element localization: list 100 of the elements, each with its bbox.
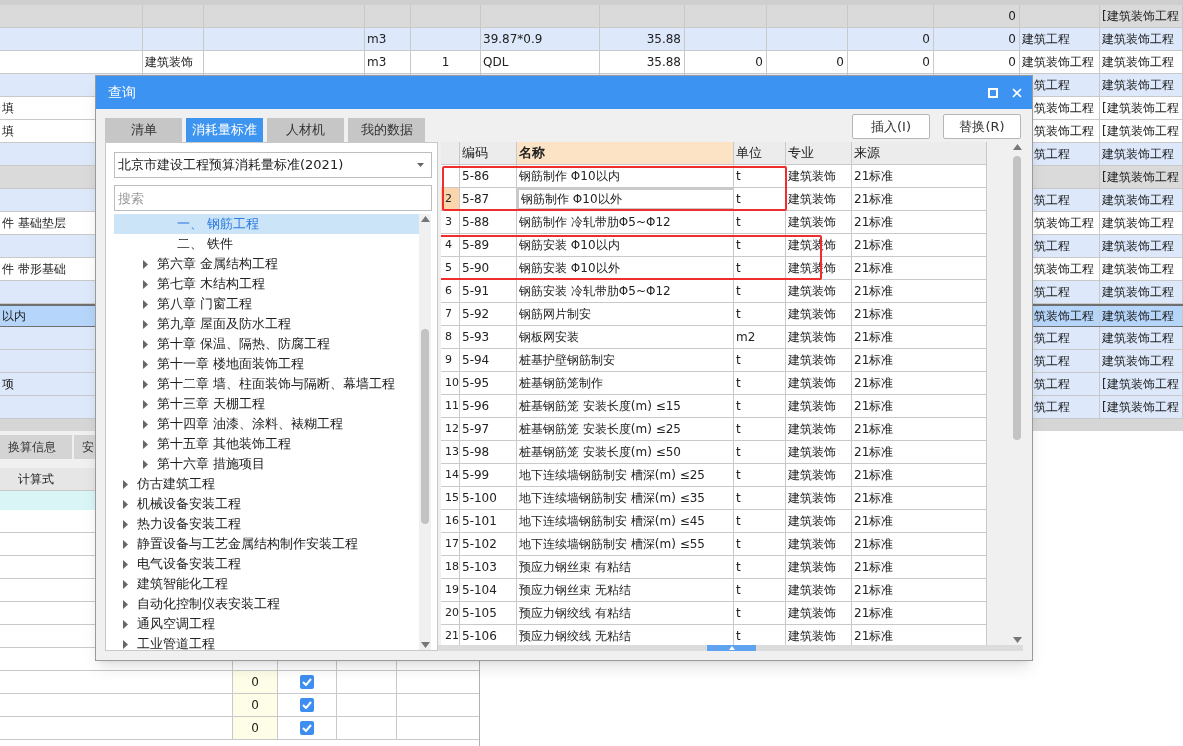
tree-item[interactable]: 电气设备安装工程 xyxy=(114,554,419,574)
table-row[interactable]: 0 xyxy=(0,671,479,694)
table-row[interactable]: 11 5-96 桩基钢筋笼 安装长度(m) ≤15 t 建筑装饰 21标准 xyxy=(441,395,987,418)
row-header[interactable]: 3 xyxy=(441,211,460,233)
row-header[interactable]: 9 xyxy=(441,349,460,371)
row-header[interactable]: 12 xyxy=(441,418,460,440)
row-header[interactable]: 20 xyxy=(441,602,460,624)
table-cell-text: 21标准 xyxy=(854,398,894,415)
tree-item[interactable]: 工业管道工程 xyxy=(114,634,419,650)
column-header[interactable]: 专业 xyxy=(786,142,852,164)
row-header[interactable]: 16 xyxy=(441,510,460,532)
tree-item[interactable]: 第十三章 天棚工程 xyxy=(114,394,419,414)
table-row[interactable]: 8 5-93 钢板网安装 m2 建筑装饰 21标准 xyxy=(441,326,987,349)
tree-item[interactable]: 第六章 金属结构工程 xyxy=(114,254,419,274)
dialog-button[interactable]: 插入(I) xyxy=(852,114,930,139)
tree-item[interactable]: 第十章 保温、隔热、防腐工程 xyxy=(114,334,419,354)
tree-item[interactable]: 机械设备安装工程 xyxy=(114,494,419,514)
table-row[interactable]: m3 39.87*0.9 35.88 0 0 建筑工程 建筑装饰工程 xyxy=(0,28,1183,51)
tree-item[interactable]: 自动化控制仪表安装工程 xyxy=(114,594,419,614)
row-header[interactable]: 11 xyxy=(441,395,460,417)
table-row[interactable]: 20 5-105 预应力钢绞线 有粘结 t 建筑装饰 21标准 xyxy=(441,602,987,625)
tree-item[interactable]: 静置设备与工艺金属结构制作安装工程 xyxy=(114,534,419,554)
table-cell-text: 建筑工程 xyxy=(1022,31,1070,48)
tab[interactable]: 换算信息 xyxy=(0,435,72,459)
row-header[interactable]: 15 xyxy=(441,487,460,509)
row-header[interactable]: 10 xyxy=(441,372,460,394)
table-row[interactable]: 18 5-103 预应力钢丝束 有粘结 t 建筑装饰 21标准 xyxy=(441,556,987,579)
search-field[interactable]: 搜索 xyxy=(114,185,432,211)
table-row[interactable]: 0 [建筑装饰工程 xyxy=(0,5,1183,28)
row-header[interactable]: 14 xyxy=(441,464,460,486)
table-row[interactable]: 2 5-87 钢筋制作 Φ10以外 t 建筑装饰 21标准 xyxy=(441,188,987,211)
checkbox[interactable] xyxy=(300,698,314,712)
tree-item[interactable]: 第十四章 油漆、涂料、裱糊工程 xyxy=(114,414,419,434)
scrollbar[interactable] xyxy=(1011,142,1023,645)
table-row[interactable]: 15 5-100 地下连续墙钢筋制安 槽深(m) ≤35 t 建筑装饰 21标准 xyxy=(441,487,987,510)
table-cell-text: 建筑装饰 xyxy=(788,168,836,185)
row-number: 7 xyxy=(445,305,452,322)
table-cell-text: 21标准 xyxy=(854,559,894,576)
splitter-handle[interactable] xyxy=(707,645,756,651)
table-row[interactable]: 19 5-104 预应力钢丝束 无粘结 t 建筑装饰 21标准 xyxy=(441,579,987,602)
tree-item[interactable]: 第十五章 其他装饰工程 xyxy=(114,434,419,454)
table-cell-text: [建筑装饰工程 xyxy=(1102,376,1179,393)
tab[interactable]: 清单 xyxy=(105,118,182,142)
table-row[interactable]: 17 5-102 地下连续墙钢筋制安 槽深(m) ≤55 t 建筑装饰 21标准 xyxy=(441,533,987,556)
row-header[interactable]: 6 xyxy=(441,280,460,302)
table-cell-text: 0 xyxy=(1008,8,1016,25)
tree-item[interactable]: 第十一章 楼地面装饰工程 xyxy=(114,354,419,374)
scrollbar[interactable] xyxy=(419,214,431,650)
table-cell-text: 5-105 xyxy=(462,605,497,622)
tab[interactable]: 我的数据 xyxy=(348,118,425,142)
table-row[interactable]: 5-86 钢筋制作 Φ10以内 t 建筑装饰 21标准 xyxy=(441,165,987,188)
table-row[interactable]: 7 5-92 钢筋网片制安 t 建筑装饰 21标准 xyxy=(441,303,987,326)
tree-item[interactable]: 仿古建筑工程 xyxy=(114,474,419,494)
scroll-down-icon[interactable] xyxy=(1012,637,1022,643)
checkbox[interactable] xyxy=(300,721,314,735)
row-header[interactable]: 13 xyxy=(441,441,460,463)
table-cell-text: 建筑装饰工程 xyxy=(1102,261,1174,278)
table-cell-text: 建筑装饰 xyxy=(788,582,836,599)
column-header[interactable]: 名称 xyxy=(517,142,734,164)
table-row[interactable]: 16 5-101 地下连续墙钢筋制安 槽深(m) ≤45 t 建筑装饰 21标准 xyxy=(441,510,987,533)
row-header[interactable]: 17 xyxy=(441,533,460,555)
column-header[interactable]: 单位 xyxy=(734,142,786,164)
table-row[interactable]: 14 5-99 地下连续墙钢筋制安 槽深(m) ≤25 t 建筑装饰 21标准 xyxy=(441,464,987,487)
column-header[interactable]: 来源 xyxy=(852,142,987,164)
tree-item[interactable]: 第八章 门窗工程 xyxy=(114,294,419,314)
table-row[interactable]: 9 5-94 桩基护壁钢筋制安 t 建筑装饰 21标准 xyxy=(441,349,987,372)
scrollbar-thumb[interactable] xyxy=(421,329,429,524)
table-row[interactable]: 13 5-98 桩基钢筋笼 安装长度(m) ≤50 t 建筑装饰 21标准 xyxy=(441,441,987,464)
checkbox[interactable] xyxy=(300,675,314,689)
table-row[interactable]: 3 5-88 钢筋制作 冷轧带肋Φ5~Φ12 t 建筑装饰 21标准 xyxy=(441,211,987,234)
tree-item[interactable]: 第十六章 措施项目 xyxy=(114,454,419,474)
table-cell-text: 筑装饰工程 xyxy=(1034,261,1094,278)
table-row[interactable]: 10 5-95 桩基钢筋笼制作 t 建筑装饰 21标准 xyxy=(441,372,987,395)
tree-item[interactable]: 第七章 木结构工程 xyxy=(114,274,419,294)
table-row[interactable]: 建筑装饰 m3 1 QDL 35.88 0 0 0 0 建筑装饰工程 建筑装饰工程 xyxy=(0,51,1183,74)
row-header[interactable]: 8 xyxy=(441,326,460,348)
table-cell-text: t xyxy=(736,214,741,231)
window-title: 查询 xyxy=(108,83,136,102)
tree-item[interactable]: 第十二章 墙、柱面装饰与隔断、幕墙工程 xyxy=(114,374,419,394)
tree-item[interactable]: 热力设备安装工程 xyxy=(114,514,419,534)
row-header[interactable]: 7 xyxy=(441,303,460,325)
table-row[interactable]: 12 5-97 桩基钢筋笼 安装长度(m) ≤25 t 建筑装饰 21标准 xyxy=(441,418,987,441)
table-row[interactable]: 6 5-91 钢筋安装 冷轧带肋Φ5~Φ12 t 建筑装饰 21标准 xyxy=(441,280,987,303)
table-row[interactable]: 0 xyxy=(0,694,479,717)
tree-item[interactable]: 通风空调工程 xyxy=(114,614,419,634)
table-cell-text: 建筑装饰 xyxy=(788,306,836,323)
tab[interactable]: 人材机 xyxy=(267,118,344,142)
maximize-icon[interactable] xyxy=(988,87,998,98)
tree-item[interactable]: 二、 铁件 xyxy=(114,234,419,254)
tree-item[interactable]: 建筑智能化工程 xyxy=(114,574,419,594)
row-header[interactable]: 18 xyxy=(441,556,460,578)
tree-item[interactable]: 第九章 屋面及防水工程 xyxy=(114,314,419,334)
scroll-up-icon[interactable] xyxy=(420,216,430,222)
dialog-button[interactable]: 替换(R) xyxy=(943,114,1021,139)
scrollbar-thumb[interactable] xyxy=(1013,156,1021,440)
standard-dropdown[interactable]: 北京市建设工程预算消耗量标准(2021) xyxy=(114,152,432,178)
table-cell-text: 5-87 xyxy=(462,191,490,208)
table-row[interactable]: 0 xyxy=(0,717,479,740)
row-header[interactable]: 19 xyxy=(441,579,460,601)
table-cell-text: t xyxy=(736,490,741,507)
